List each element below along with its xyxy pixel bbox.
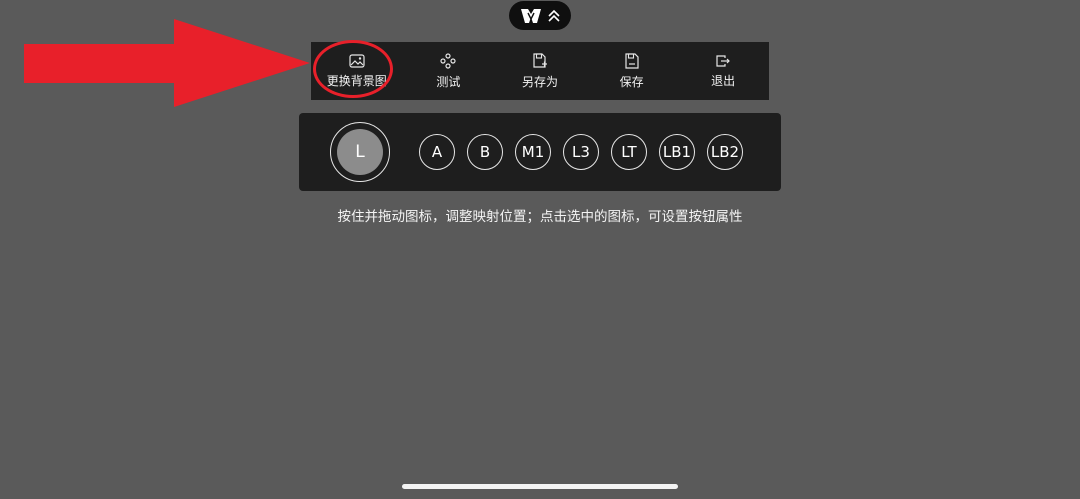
toolbar-item-label: 保存: [619, 75, 644, 89]
save-button[interactable]: 保存: [586, 42, 678, 100]
exit-button[interactable]: 退出: [677, 42, 769, 100]
mapping-button-row: A B M1 L3 LT LB1 LB2: [419, 134, 743, 170]
gamepad-dpad-icon: [440, 53, 456, 69]
brand-logo-icon: [520, 7, 542, 25]
map-button-m1[interactable]: M1: [515, 134, 551, 170]
red-circle-annotation: [313, 40, 393, 98]
save-as-icon: [532, 53, 548, 69]
map-button-lb1[interactable]: LB1: [659, 134, 695, 170]
joystick-l[interactable]: L: [330, 122, 390, 182]
test-button[interactable]: 测试: [403, 42, 495, 100]
map-button-b[interactable]: B: [467, 134, 503, 170]
map-button-lb2[interactable]: LB2: [707, 134, 743, 170]
map-button-a[interactable]: A: [419, 134, 455, 170]
exit-icon: [715, 54, 731, 68]
home-indicator[interactable]: [402, 484, 678, 489]
map-button-lt[interactable]: LT: [611, 134, 647, 170]
instruction-hint: 按住并拖动图标，调整映射位置；点击选中的图标，可设置按钮属性: [337, 209, 743, 225]
map-button-l3[interactable]: L3: [563, 134, 599, 170]
screen: 更换背景图 测试 另存为 保存 退出 L A B M1 L3 LT LB1 LB…: [0, 0, 1080, 499]
double-chevron-up-icon[interactable]: [548, 9, 560, 23]
toolbar-item-label: 另存为: [521, 75, 558, 89]
button-mapping-panel: L A B M1 L3 LT LB1 LB2: [299, 113, 781, 191]
save-as-button[interactable]: 另存为: [494, 42, 586, 100]
save-icon: [624, 53, 640, 69]
toolbar-item-label: 测试: [436, 75, 461, 89]
red-arrow-annotation: [24, 19, 314, 113]
toolbar-item-label: 退出: [711, 74, 736, 88]
joystick-l-label: L: [337, 129, 383, 175]
top-handle-pill[interactable]: [509, 1, 571, 30]
